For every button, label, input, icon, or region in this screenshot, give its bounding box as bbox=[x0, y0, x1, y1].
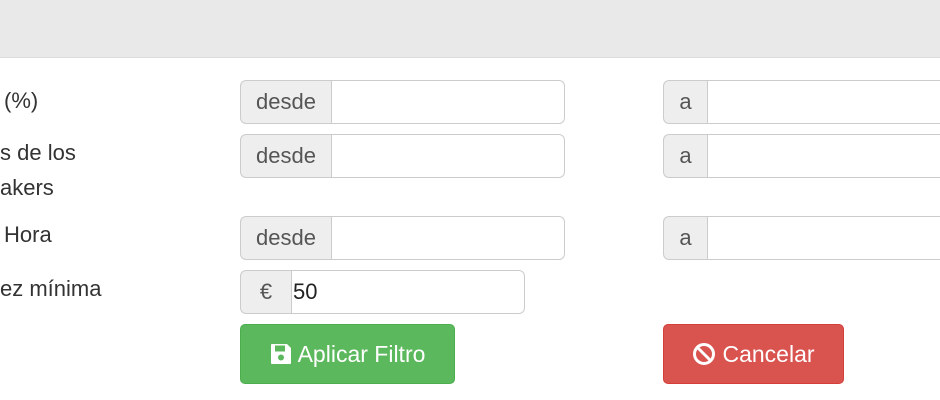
row-label-bookmakers-line1: s de los bbox=[0, 140, 76, 165]
to-addon: a bbox=[663, 80, 707, 124]
hour-from-input[interactable] bbox=[331, 216, 565, 260]
hour-to-input[interactable] bbox=[707, 216, 940, 260]
row-label-min-amount: ez mínima bbox=[0, 276, 102, 301]
bookmakers-from-input[interactable] bbox=[331, 134, 565, 178]
apply-filter-button[interactable]: Aplicar Filtro bbox=[240, 324, 455, 384]
to-addon: a bbox=[663, 134, 707, 178]
bookmakers-to-input[interactable] bbox=[707, 134, 940, 178]
floppy-disk-icon bbox=[270, 344, 291, 364]
euro-addon: € bbox=[240, 270, 291, 314]
from-addon: desde bbox=[240, 80, 331, 124]
percent-to-input[interactable] bbox=[707, 80, 940, 124]
cancel-button[interactable]: Cancelar bbox=[663, 324, 844, 384]
row-label-bookmakers-line2: akers bbox=[0, 175, 54, 200]
min-amount-input[interactable] bbox=[291, 270, 525, 314]
to-addon: a bbox=[663, 216, 707, 260]
row-label-hour: Hora bbox=[4, 222, 52, 247]
apply-filter-label: Aplicar Filtro bbox=[297, 340, 426, 367]
from-addon: desde bbox=[240, 216, 331, 260]
ban-icon bbox=[693, 343, 716, 365]
modal-header bbox=[0, 0, 940, 58]
percent-from-input[interactable] bbox=[331, 80, 565, 124]
from-addon: desde bbox=[240, 134, 331, 178]
row-label-percent: (%) bbox=[4, 88, 39, 113]
cancel-label: Cancelar bbox=[722, 340, 815, 367]
